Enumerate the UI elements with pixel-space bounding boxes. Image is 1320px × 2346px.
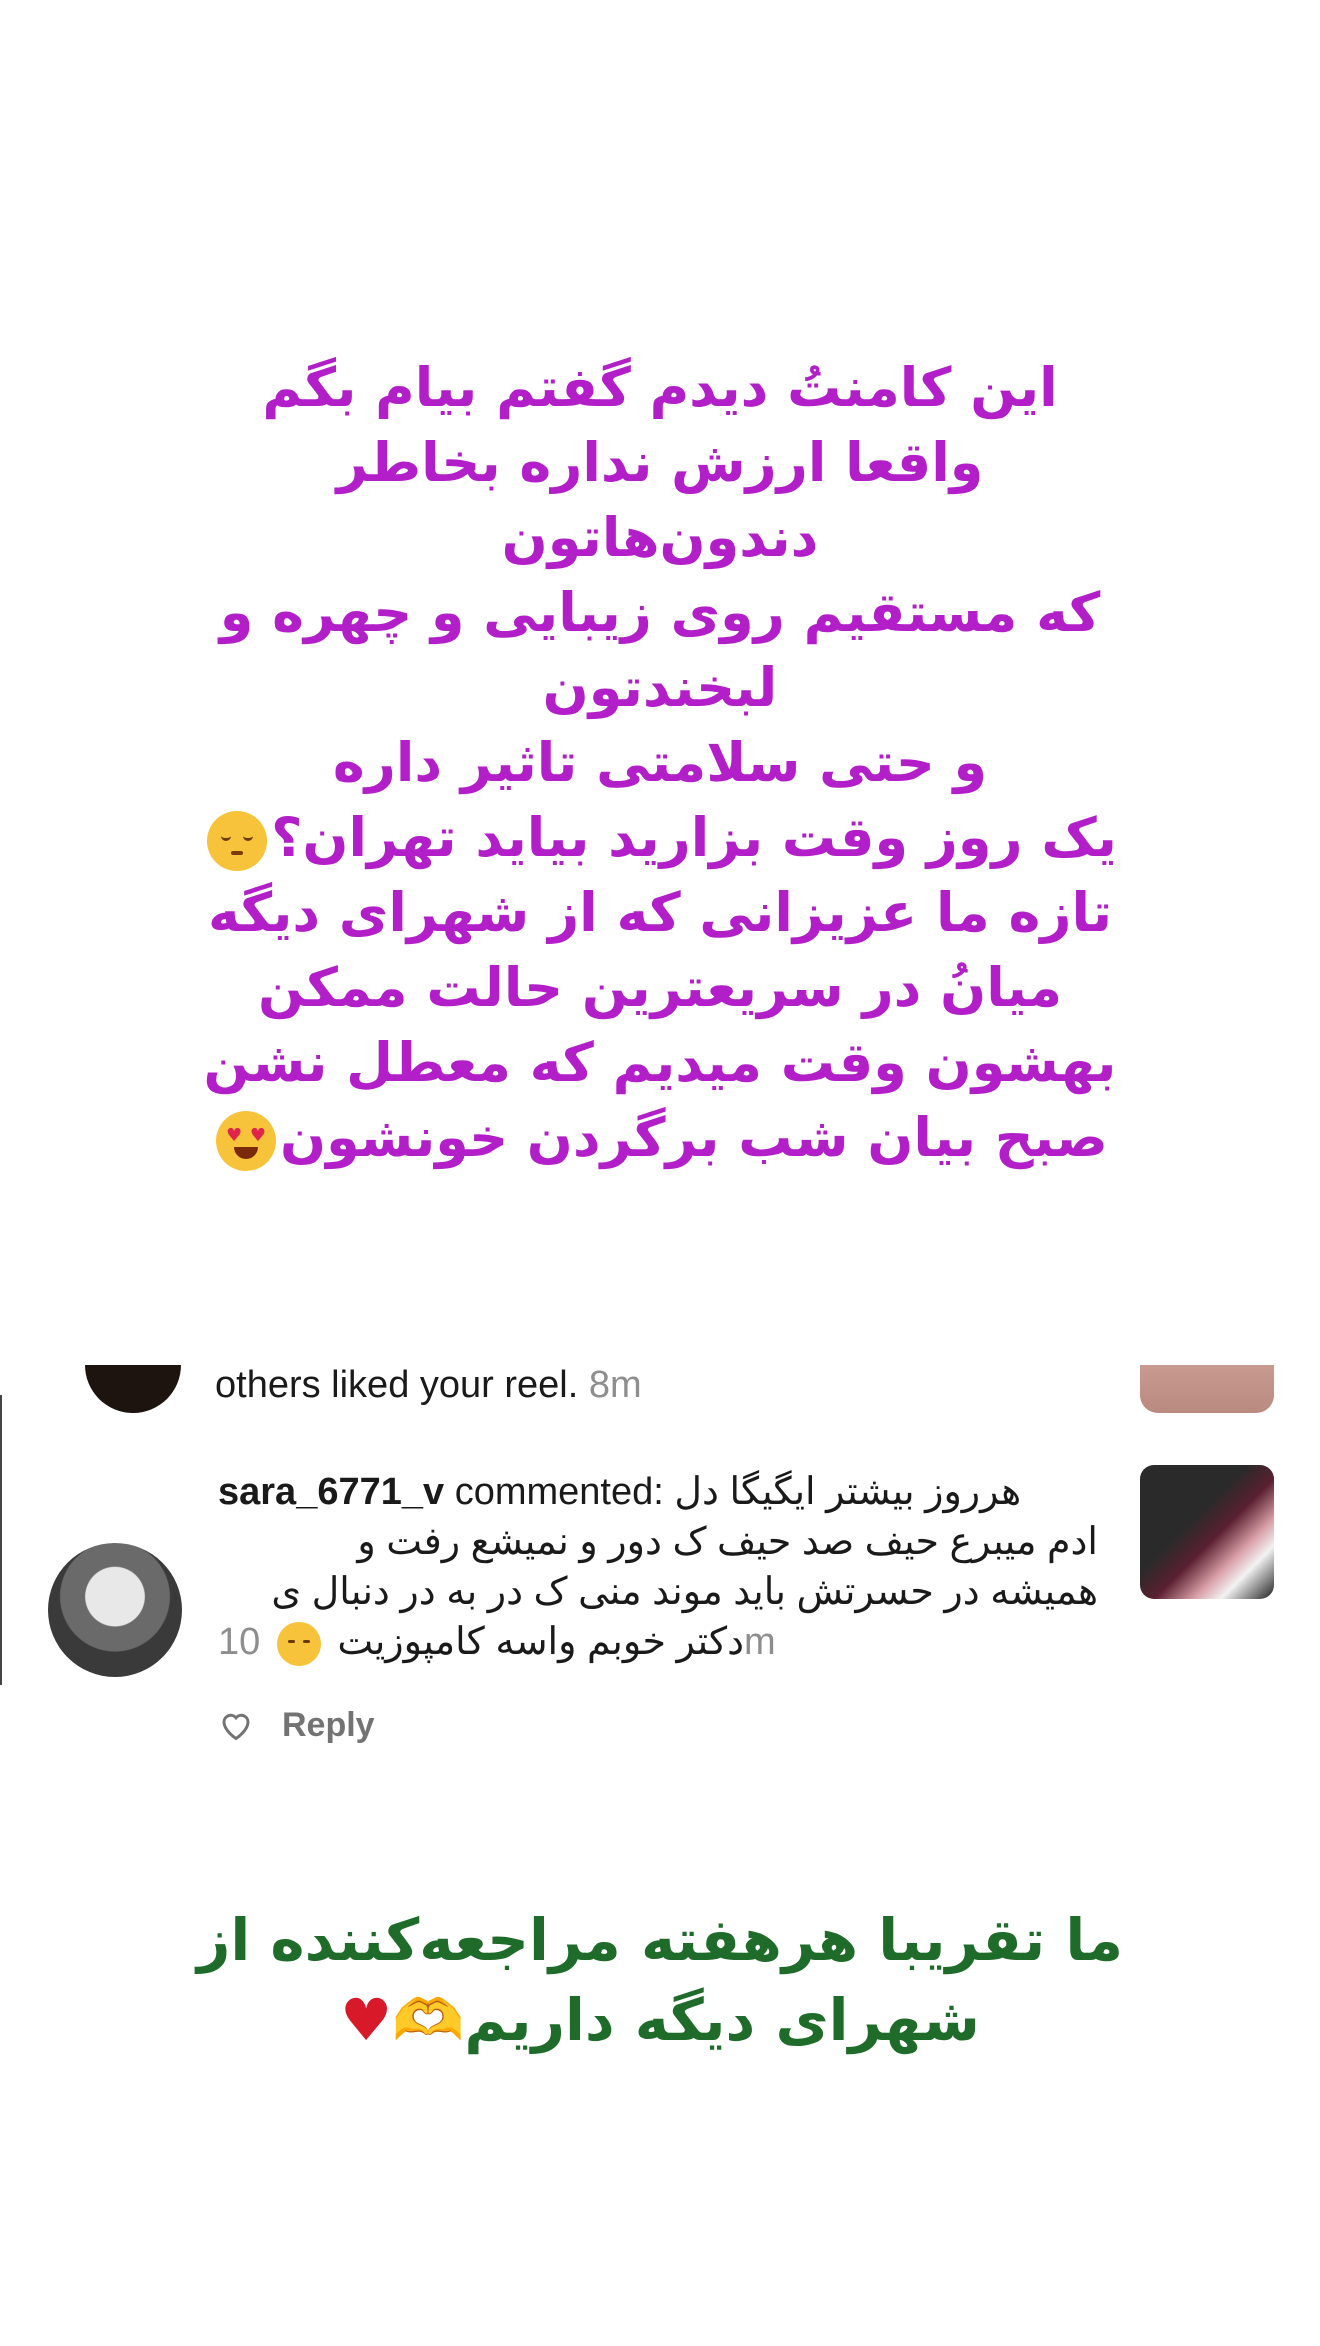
- reply-button: Reply: [282, 1705, 375, 1744]
- comment-action: commented:: [454, 1471, 664, 1513]
- story-line-with-emoji: شهرای دیگه داریم🫶♥: [170, 1980, 1150, 2060]
- comment-username: sara_6771_v: [218, 1471, 445, 1513]
- divider: [0, 1395, 2, 1685]
- disappointed-face-emoji: [276, 1621, 321, 1666]
- comment-text-line: هرروز بیشتر ایگیگا دل: [674, 1471, 1022, 1513]
- avatar: [48, 1543, 182, 1677]
- story-line: لبخندتون: [542, 656, 778, 719]
- story-line: واقعا ارزش نداره بخاطر دندون‌هاتون: [336, 431, 984, 569]
- story-line: که مستقیم روی زیبایی و چهره و: [219, 581, 1101, 644]
- heart-eyes-emoji: ♥ ♥: [216, 1111, 277, 1172]
- story-line-text: یک روز وقت بزارید بیاید تهران؟: [271, 806, 1117, 869]
- story-line: این کامنتُ دیدم گفتم بیام بگم: [262, 356, 1058, 419]
- heart-hands-emoji: 🫶: [392, 1986, 465, 2054]
- story-top-message: این کامنتُ دیدم گفتم بیام بگم واقعا ارزش…: [170, 350, 1150, 1175]
- story-line: و حتی سلامتی تاثیر داره: [332, 731, 988, 794]
- previous-notification-time: 8m: [588, 1365, 642, 1405]
- comment-notification: sara_6771_v commented: هرروز بیشتر ایگیگ…: [218, 1467, 1098, 1667]
- heart-icon: [222, 1713, 250, 1741]
- previous-avatar: [85, 1365, 181, 1413]
- comment-last-line: دکتر خوبم واسه کامپوزیت 10m: [218, 1617, 1098, 1667]
- story-line: بهشون وقت میدیم که معطل نشن: [203, 1031, 1117, 1094]
- reel-thumbnail: [1140, 1465, 1274, 1599]
- comment-text-line: دکتر خوبم واسه کامپوزیت: [337, 1621, 744, 1663]
- previous-notification-text: others liked your reel. 8m: [215, 1365, 642, 1405]
- story-line-with-emoji: یک روز وقت بزارید بیاید تهران؟: [170, 800, 1150, 875]
- comment-text-line: ادم میبرع حیف صد حیف ک دور و نمیشع رفت و: [357, 1521, 1098, 1563]
- red-heart-emoji: ♥: [340, 1986, 393, 2054]
- story-line: میانُ در سریعترین حالت ممکن: [257, 956, 1063, 1019]
- previous-notification-message: others liked your reel.: [215, 1365, 579, 1405]
- comment-actions: Reply: [218, 1702, 375, 1748]
- story-line: تازه ما عزیزانی که از شهرای دیگه: [207, 881, 1113, 944]
- story-line-with-emoji: صبح بیان شب برگردن خونشون ♥ ♥: [170, 1100, 1150, 1175]
- story-line-text: صبح بیان شب برگردن خونشون: [280, 1106, 1108, 1169]
- notification-screenshot: others liked your reel. 8m sara_6771_v c…: [0, 1365, 1320, 1745]
- story-line-text: شهرای دیگه داریم: [464, 1986, 980, 2054]
- comment-first-line: sara_6771_v commented: هرروز بیشتر ایگیگ…: [218, 1467, 1098, 1517]
- story-line: ما تقریبا هرهفته مراجعه‌کننده از: [196, 1906, 1124, 1974]
- exhale-face-emoji: [207, 811, 268, 872]
- previous-reel-thumbnail: [1140, 1365, 1274, 1413]
- story-bottom-message: ما تقریبا هرهفته مراجعه‌کننده از شهرای د…: [170, 1900, 1150, 2060]
- comment-text-line: همیشه در حسرتش باید موند منی ک در به در …: [271, 1571, 1098, 1613]
